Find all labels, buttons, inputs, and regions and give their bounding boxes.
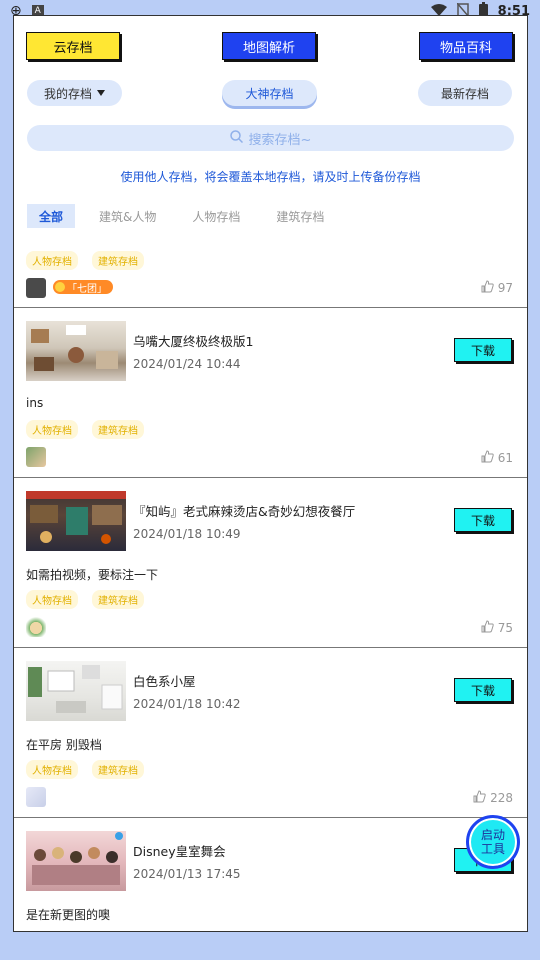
tag-list: 人物存档 建筑存档 bbox=[26, 420, 144, 439]
divider bbox=[14, 307, 527, 308]
save-title: 『知屿』老式麻辣烫店&奇妙幻想夜餐厅 bbox=[133, 504, 356, 519]
tab-building-and-character[interactable]: 建筑&人物 bbox=[87, 204, 168, 228]
overwrite-notice: 使用他人存档，将会覆盖本地存档，请及时上传备份存档 bbox=[120, 170, 421, 184]
search-input[interactable]: 搜索存档~ bbox=[27, 125, 514, 151]
save-date: 2024/01/13 17:45 bbox=[133, 867, 241, 881]
launch-tool-line2: 工具 bbox=[480, 842, 505, 856]
master-saves-tab[interactable]: 大神存档 bbox=[222, 80, 317, 106]
tab-character-saves[interactable]: 人物存档 bbox=[180, 204, 252, 228]
avatar[interactable] bbox=[26, 447, 46, 467]
like-count: 61 bbox=[497, 451, 513, 465]
tag-list: 人物存档 建筑存档 bbox=[26, 251, 144, 270]
like-count: 75 bbox=[497, 621, 513, 635]
save-title: Disney皇室舞会 bbox=[133, 844, 226, 859]
tab-building-saves[interactable]: 建筑存档 bbox=[264, 204, 336, 228]
save-title: 乌嘴大厦终极终极版1 bbox=[133, 334, 254, 349]
thumbs-up-icon bbox=[481, 620, 494, 636]
launch-tool-button[interactable]: 启动 工具 bbox=[466, 815, 520, 869]
category-tabs: 全部 建筑&人物 人物存档 建筑存档 bbox=[27, 204, 336, 228]
download-button[interactable]: 下载 bbox=[454, 508, 512, 532]
launch-tool-line1: 启动 bbox=[480, 828, 505, 842]
like-count: 97 bbox=[497, 281, 513, 295]
tag-list: 人物存档 建筑存档 bbox=[26, 590, 144, 609]
my-saves-dropdown[interactable]: 我的存档 bbox=[27, 80, 122, 106]
item-encyclopedia-button[interactable]: 物品百科 bbox=[419, 32, 513, 60]
like-button[interactable]: 228 bbox=[473, 790, 513, 806]
search-placeholder: 搜索存档~ bbox=[248, 132, 312, 148]
save-description: 是在新更图的噢 bbox=[26, 908, 111, 922]
group-name: 「七团」 bbox=[67, 283, 107, 295]
tag-building: 建筑存档 bbox=[92, 760, 144, 779]
tag-building: 建筑存档 bbox=[92, 420, 144, 439]
tag-character: 人物存档 bbox=[26, 590, 78, 609]
save-thumbnail[interactable] bbox=[26, 831, 126, 891]
save-description: ins bbox=[26, 396, 44, 410]
save-title: 白色系小屋 bbox=[133, 674, 196, 689]
save-thumbnail[interactable] bbox=[26, 321, 126, 381]
save-thumbnail[interactable] bbox=[26, 491, 126, 551]
save-description: 在平房 别毁档 bbox=[26, 738, 102, 752]
tab-all[interactable]: 全部 bbox=[27, 204, 76, 228]
lion-icon bbox=[55, 282, 65, 292]
group-badge: 「七团」 bbox=[53, 280, 113, 295]
tag-character: 人物存档 bbox=[26, 251, 78, 270]
main-panel: 云存档 地图解析 物品百科 我的存档 大神存档 最新存档 搜索存档~ 使用他人存… bbox=[13, 15, 528, 932]
save-date: 2024/01/18 10:42 bbox=[133, 697, 241, 711]
save-description: 如需拍视频，要标注一下 bbox=[26, 568, 159, 582]
cloud-save-button[interactable]: 云存档 bbox=[26, 32, 120, 60]
thumbs-up-icon bbox=[473, 790, 486, 806]
tag-character: 人物存档 bbox=[26, 420, 78, 439]
avatar[interactable] bbox=[26, 278, 46, 298]
like-button[interactable]: 97 bbox=[481, 280, 513, 296]
avatar[interactable] bbox=[26, 787, 46, 807]
like-button[interactable]: 61 bbox=[481, 450, 513, 466]
my-saves-label: 我的存档 bbox=[43, 86, 92, 101]
thumbs-up-icon bbox=[481, 280, 494, 296]
search-icon bbox=[229, 129, 243, 147]
avatar[interactable] bbox=[26, 617, 46, 637]
tag-character: 人物存档 bbox=[26, 760, 78, 779]
download-button[interactable]: 下载 bbox=[454, 338, 512, 362]
divider bbox=[14, 647, 527, 648]
tag-list: 人物存档 建筑存档 bbox=[26, 760, 144, 779]
tag-building: 建筑存档 bbox=[92, 590, 144, 609]
divider bbox=[14, 817, 527, 818]
tag-building: 建筑存档 bbox=[92, 251, 144, 270]
save-date: 2024/01/24 10:44 bbox=[133, 357, 241, 371]
map-analysis-button[interactable]: 地图解析 bbox=[222, 32, 316, 60]
latest-saves-tab[interactable]: 最新存档 bbox=[418, 80, 512, 106]
thumbs-up-icon bbox=[481, 450, 494, 466]
download-button[interactable]: 下载 bbox=[454, 678, 512, 702]
save-date: 2024/01/18 10:49 bbox=[133, 527, 241, 541]
save-thumbnail[interactable] bbox=[26, 661, 126, 721]
divider bbox=[14, 477, 527, 478]
like-count: 228 bbox=[490, 791, 513, 805]
chevron-down-icon bbox=[97, 90, 105, 96]
like-button[interactable]: 75 bbox=[481, 620, 513, 636]
